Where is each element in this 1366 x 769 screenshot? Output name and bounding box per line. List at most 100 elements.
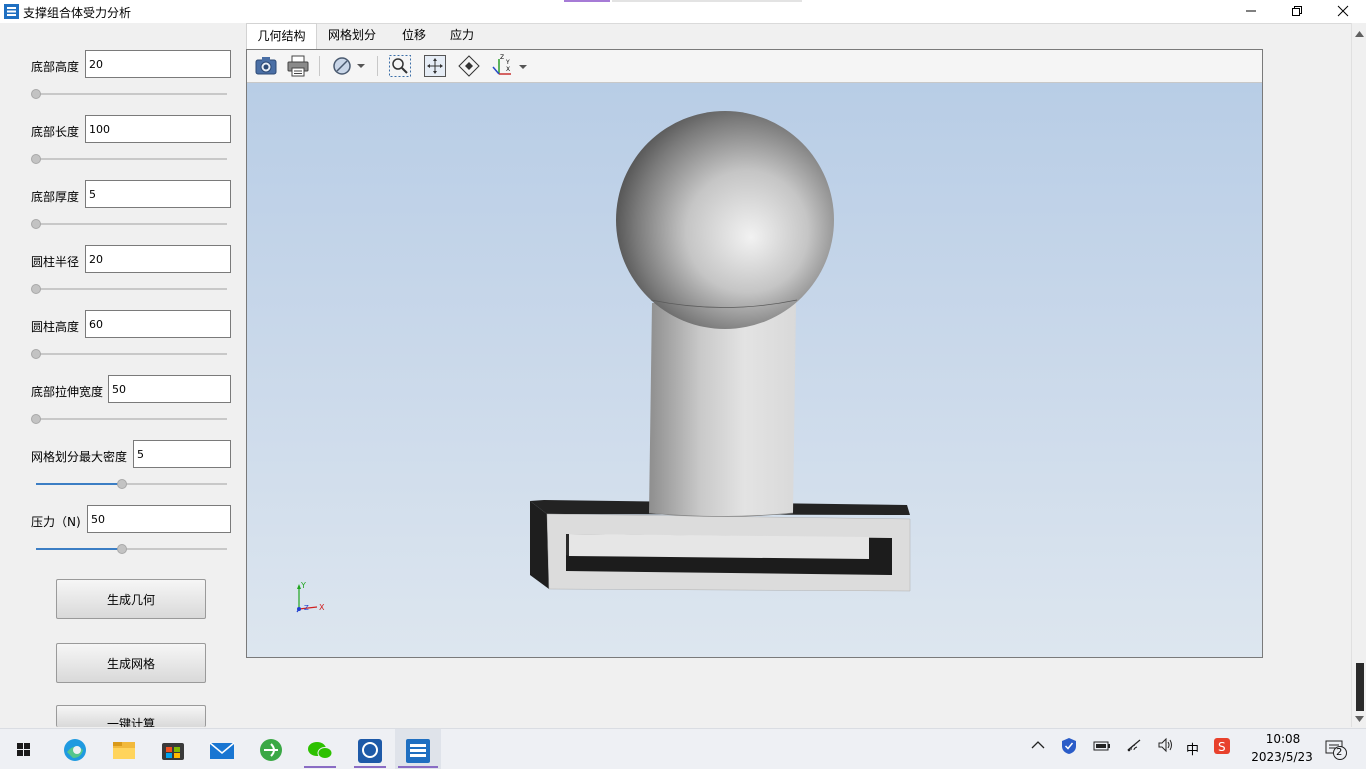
clock-date[interactable]: 2023/5/23 xyxy=(1244,750,1320,764)
param-label: 底部拉伸宽度 xyxy=(31,385,104,399)
app-icon xyxy=(4,4,19,19)
generate-mesh-button[interactable]: 生成网格 xyxy=(56,643,206,683)
fit-all-icon[interactable] xyxy=(422,53,448,79)
slider-fill xyxy=(36,548,122,550)
axis-view-icon[interactable]: Z Y X xyxy=(491,53,527,79)
microsoft-store-icon[interactable] xyxy=(153,734,193,766)
volume-icon[interactable] xyxy=(1157,737,1175,753)
slider-thumb[interactable] xyxy=(31,349,41,359)
start-icon[interactable] xyxy=(4,734,44,766)
view-frame: Z Y X Y Z X xyxy=(246,49,1263,658)
param-label: 压力（N) xyxy=(31,515,81,529)
security-shield-icon[interactable] xyxy=(1061,737,1077,755)
scrollbar-thumb[interactable] xyxy=(1356,663,1364,711)
ime-indicator[interactable]: 中 xyxy=(1186,739,1199,758)
zoom-window-icon[interactable] xyxy=(387,53,413,79)
param-input[interactable] xyxy=(85,245,231,273)
slider-thumb[interactable] xyxy=(31,154,41,164)
generate-geometry-button[interactable]: 生成几何 xyxy=(56,579,206,619)
window-title: 支撑组合体受力分析 xyxy=(23,6,132,20)
param-input[interactable] xyxy=(85,115,231,143)
slider-thumb[interactable] xyxy=(31,284,41,294)
param-slider[interactable] xyxy=(31,284,227,294)
scroll-down-icon[interactable] xyxy=(1352,711,1366,726)
scroll-up-icon[interactable] xyxy=(1352,27,1366,42)
taskbar: 中 S 10:08 2023/5/23 2 xyxy=(0,728,1366,769)
sphere xyxy=(616,111,834,329)
slider-thumb[interactable] xyxy=(116,479,127,489)
param-label: 圆柱半径 xyxy=(31,255,80,269)
chevron-up-icon[interactable] xyxy=(1030,737,1046,753)
param-label: 网格划分最大密度 xyxy=(31,450,128,464)
slider-thumb[interactable] xyxy=(31,89,41,99)
vertical-scrollbar[interactable] xyxy=(1351,23,1366,727)
compute-button[interactable]: 一键计算 xyxy=(56,705,206,727)
axis-x-label: X xyxy=(319,603,325,612)
current-app-icon[interactable] xyxy=(398,734,438,766)
camera-icon[interactable] xyxy=(253,53,279,79)
tab-mesh[interactable]: 网格划分 xyxy=(321,23,383,49)
slider-thumb[interactable] xyxy=(31,414,41,424)
axis-triad: Y Z X xyxy=(296,581,325,613)
param-slider[interactable] xyxy=(36,479,227,489)
svg-text:S: S xyxy=(1218,740,1226,754)
param-input[interactable] xyxy=(85,310,231,338)
title-bar-accent xyxy=(564,0,610,2)
display-mode-icon[interactable] xyxy=(329,53,367,79)
param-input[interactable] xyxy=(133,440,231,468)
parameter-panel: 底部高度底部长度底部厚度圆柱半径圆柱高度底部拉伸宽度网格划分最大密度压力（N) … xyxy=(0,23,246,727)
wechat-icon[interactable] xyxy=(300,734,340,766)
title-bar: 支撑组合体受力分析 xyxy=(0,0,1366,24)
tab-displacement[interactable]: 位移 xyxy=(391,23,437,49)
axis-z-label: Z xyxy=(304,604,309,612)
close-icon xyxy=(1337,5,1349,17)
restore-icon xyxy=(1292,6,1302,16)
browser-icon[interactable] xyxy=(251,734,291,766)
model-render xyxy=(530,111,911,592)
notification-count: 2 xyxy=(1336,747,1343,758)
minimize-button[interactable] xyxy=(1228,0,1274,22)
toolbar-separator xyxy=(377,56,378,76)
mail-icon[interactable] xyxy=(202,734,242,766)
param-slider[interactable] xyxy=(31,349,227,359)
axis-y-label: Y xyxy=(300,581,306,590)
param-label: 底部高度 xyxy=(31,60,80,74)
edge-icon[interactable] xyxy=(55,734,95,766)
tab-geometry[interactable]: 几何结构 xyxy=(246,23,317,49)
clock-time[interactable]: 10:08 xyxy=(1248,732,1318,746)
restore-button[interactable] xyxy=(1274,0,1320,22)
sogou-input-icon[interactable]: S xyxy=(1213,737,1231,755)
param-input[interactable] xyxy=(87,505,231,533)
close-button[interactable] xyxy=(1320,0,1366,22)
slider-thumb[interactable] xyxy=(31,219,41,229)
compute-button-label: 一键计算 xyxy=(106,717,155,727)
slider-fill xyxy=(36,483,122,485)
svg-text:X: X xyxy=(506,66,510,73)
file-explorer-icon[interactable] xyxy=(104,734,144,766)
print-icon[interactable] xyxy=(285,53,311,79)
param-slider[interactable] xyxy=(31,89,227,99)
svg-text:Y: Y xyxy=(505,59,510,66)
param-slider[interactable] xyxy=(31,414,227,424)
param-input[interactable] xyxy=(108,375,231,403)
param-input[interactable] xyxy=(85,50,231,78)
viewer-toolbar: Z Y X xyxy=(247,50,1262,83)
minimize-icon xyxy=(1246,10,1256,12)
param-label: 圆柱高度 xyxy=(31,320,80,334)
param-input[interactable] xyxy=(85,180,231,208)
view-cube-icon[interactable] xyxy=(456,53,482,79)
tab-stress[interactable]: 应力 xyxy=(439,23,485,49)
wifi-icon[interactable] xyxy=(1126,737,1144,753)
cylinder xyxy=(648,303,796,517)
param-slider[interactable] xyxy=(36,544,227,554)
param-slider[interactable] xyxy=(31,154,227,164)
3d-viewport[interactable]: Y Z X xyxy=(247,83,1262,657)
app-icon[interactable] xyxy=(350,734,390,766)
param-slider[interactable] xyxy=(31,219,227,229)
param-label: 底部长度 xyxy=(31,125,80,139)
param-label: 底部厚度 xyxy=(31,190,80,204)
slider-thumb[interactable] xyxy=(116,544,127,554)
battery-icon[interactable] xyxy=(1093,737,1111,753)
toolbar-separator xyxy=(319,56,320,76)
svg-text:Z: Z xyxy=(500,54,504,61)
